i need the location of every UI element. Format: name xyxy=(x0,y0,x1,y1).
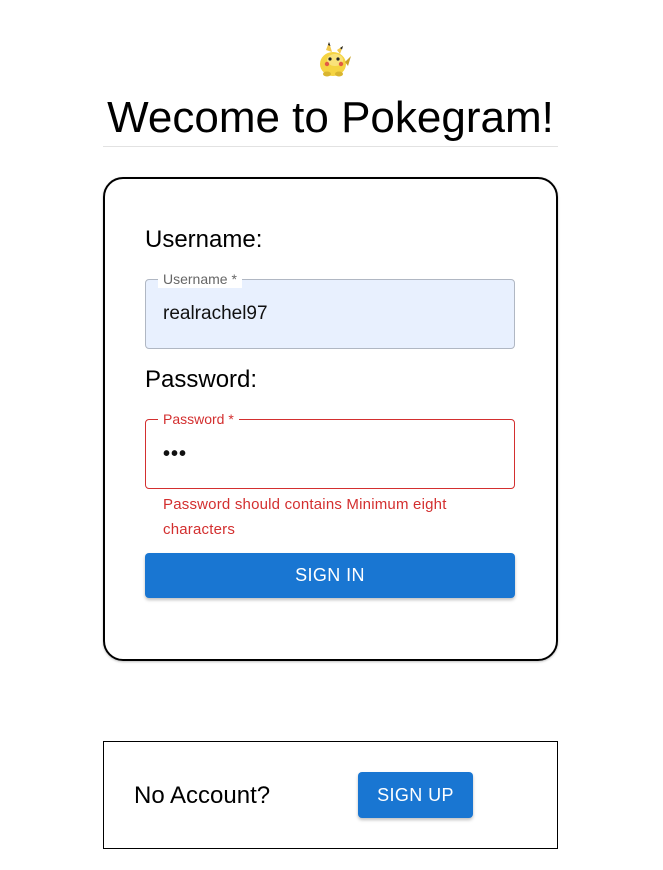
sign-in-button[interactable]: SIGN IN xyxy=(145,553,515,598)
login-page: Wecome to Pokegram! Username: Username *… xyxy=(0,0,663,870)
title-divider xyxy=(103,146,558,147)
password-field[interactable]: Password * ••• xyxy=(145,410,515,489)
no-account-text: No Account? xyxy=(134,782,271,809)
page-title: Wecome to Pokegram! xyxy=(107,93,554,142)
password-input[interactable]: ••• xyxy=(163,442,187,466)
pikachu-icon xyxy=(320,42,351,77)
username-field-label: Username * xyxy=(158,270,242,288)
password-heading: Password: xyxy=(145,366,258,393)
password-field-label: Password * xyxy=(158,410,239,428)
username-field[interactable]: Username * realrachel97 xyxy=(145,270,515,349)
sign-up-button[interactable]: SIGN UP xyxy=(358,772,473,818)
username-input[interactable]: realrachel97 xyxy=(163,302,268,326)
password-error-text: Password should contains Minimum eight c… xyxy=(163,496,447,538)
username-heading: Username: xyxy=(145,226,263,253)
